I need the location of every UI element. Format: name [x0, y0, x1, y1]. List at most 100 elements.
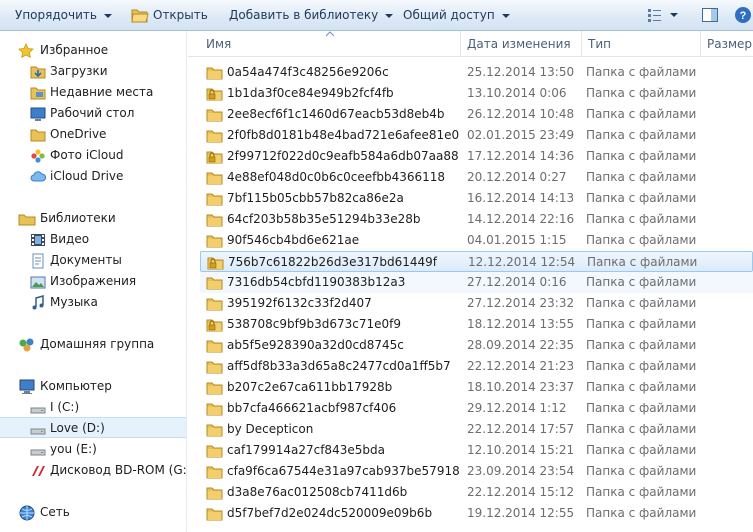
nav-drive-g[interactable]: Дисковод BD-ROM (G:) 20	[0, 460, 186, 481]
file-name: 2f99712f022d0c9eafb584a6db07aa88	[227, 149, 459, 163]
nav-computer[interactable]: Компьютер	[0, 376, 186, 397]
nav-documents[interactable]: Документы	[0, 250, 186, 271]
file-name: 2ee8ecf6f1c1460d67eacb53d8eb4b	[227, 107, 445, 121]
file-name: cfa9f6ca67544e31a97cab937be57918	[227, 464, 460, 478]
column-name[interactable]: Имя	[200, 31, 460, 57]
file-row[interactable]: 2ee8ecf6f1c1460d67eacb53d8eb4b 26.12.2014…	[200, 104, 753, 125]
column-date[interactable]: Дата изменения	[461, 31, 581, 57]
file-row[interactable]: d3a8e76ac012508cb7411d6b 22.12.2014 15:12…	[200, 482, 753, 503]
nav-drive-e[interactable]: you (E:)	[0, 439, 186, 460]
file-date: 22.12.2014 15:12	[467, 485, 575, 499]
nav-icloud-photos-label: Фото iCloud	[50, 148, 124, 162]
file-date: 16.12.2014 14:13	[467, 191, 575, 205]
file-row[interactable]: b207c2e67ca611bb17928b 18.10.2014 23:37 Па…	[200, 377, 753, 398]
file-row[interactable]: 64cf203b58b35e51294b33e28b 14.12.2014 22:…	[200, 209, 753, 230]
file-row[interactable]: 7316db54cbfd1190383b12a3 27.12.2014 0:16 П…	[200, 272, 753, 293]
file-row[interactable]: d5f7bef7d2e024dc520009e09b6b 19.12.2014 1…	[200, 503, 753, 524]
nav-recent-places-label: Недавние места	[50, 85, 154, 99]
file-row[interactable]: caf179914a27cf843e5bda 12.10.2014 15:21 Па…	[200, 440, 753, 461]
file-date: 02.01.2015 23:49	[467, 128, 575, 142]
nav-icloud-photos[interactable]: Фото iCloud	[0, 145, 186, 166]
file-type: Папка с файлами	[586, 212, 697, 226]
nav-libraries[interactable]: Библиотеки	[0, 208, 186, 229]
nav-desktop[interactable]: Рабочий стол	[0, 103, 186, 124]
column-type[interactable]: Тип	[582, 31, 700, 57]
column-size[interactable]: Размер	[701, 31, 753, 57]
svg-text:?: ?	[740, 10, 747, 22]
nav-drive-e-label: you (E:)	[50, 442, 97, 456]
folder-icon	[206, 424, 223, 437]
folder-icon	[30, 129, 46, 142]
share-button[interactable]: Общий доступ	[403, 0, 510, 30]
open-button[interactable]: Открыть	[131, 0, 208, 30]
nav-drive-c[interactable]: I (C:)	[0, 397, 186, 418]
file-row[interactable]: 7bf115b05cbb57b82ca86e2a 16.12.2014 14:13…	[200, 188, 753, 209]
file-type: Папка с файлами	[586, 149, 697, 163]
nav-music[interactable]: Музыка	[0, 292, 186, 313]
column-type-label: Тип	[588, 37, 611, 51]
nav-icloud-drive-label: iCloud Drive	[50, 169, 124, 183]
file-row[interactable]: ab5f5e928390a32d0cd8745c 28.09.2014 22:35…	[200, 335, 753, 356]
nav-video[interactable]: Видео	[0, 229, 186, 250]
file-row[interactable]: 0a54a474f3c48256e9206c 25.12.2014 13:50 Па…	[200, 62, 753, 83]
nav-drive-d-label: Love (D:)	[50, 421, 105, 435]
nav-onedrive[interactable]: OneDrive	[0, 124, 186, 145]
nav-network[interactable]: Сеть	[0, 502, 186, 523]
nav-homegroup[interactable]: Домашняя группа	[0, 334, 186, 355]
file-row[interactable]: cfa9f6ca67544e31a97cab937be57918 23.09.20…	[200, 461, 753, 482]
column-date-label: Дата изменения	[467, 37, 571, 51]
file-date: 28.09.2014 22:35	[467, 338, 575, 352]
file-date: 27.12.2014 0:16	[467, 275, 567, 289]
nav-downloads[interactable]: Загрузки	[0, 61, 186, 82]
file-name: 64cf203b58b35e51294b33e28b	[227, 212, 421, 226]
file-row[interactable]: aff5df8b33a3d65a8c2477cd0a1ff5b7 22.12.20…	[200, 356, 753, 377]
help-icon[interactable]: ?	[734, 6, 752, 24]
file-row[interactable]: 2f99712f022d0c9eafb584a6db07aa88 17.12.20…	[200, 146, 753, 167]
file-row[interactable]: 90f546cb4bd6e621ae 04.01.2015 1:15 Папка с…	[200, 230, 753, 251]
file-name: d3a8e76ac012508cb7411d6b	[227, 485, 408, 499]
file-row[interactable]: 395192f6132c33f2d407 27.12.2014 23:32 Папк…	[200, 293, 753, 314]
file-row[interactable]: 4e88ef048d0c0b6c0ceefbb4366118 20.12.2014…	[200, 167, 753, 188]
add-to-library-button[interactable]: Добавить в библиотеку	[229, 0, 394, 30]
file-type: Папка с файлами	[586, 317, 697, 331]
organize-button[interactable]: Упорядочить	[15, 0, 112, 30]
folder-icon	[206, 403, 223, 416]
cloud-icon	[30, 171, 46, 182]
nav-drive-c-label: I (C:)	[50, 400, 80, 414]
file-date: 23.09.2014 23:54	[467, 464, 575, 478]
file-row[interactable]: by Decepticon 22.12.2014 17:57 Папка с фай…	[200, 419, 753, 440]
folder-open-icon	[131, 9, 149, 23]
file-name: aff5df8b33a3d65a8c2477cd0a1ff5b7	[227, 359, 451, 373]
file-name: 7bf115b05cbb57b82ca86e2a	[227, 191, 404, 205]
nav-drive-d[interactable]: Love (D:)	[0, 417, 186, 438]
preview-pane-icon[interactable]	[701, 6, 719, 24]
file-type: Папка с файлами	[586, 107, 697, 121]
file-type: Папка с файлами	[586, 380, 697, 394]
file-name: bb7cfa466621acbf987cf406	[227, 401, 397, 415]
chevron-down-icon	[501, 14, 510, 18]
chevron-down-icon	[103, 14, 112, 18]
file-row[interactable]: 1b1da3f0ce84e949b2fcf4fb 13.10.2014 0:06 П…	[200, 83, 753, 104]
documents-icon	[32, 253, 44, 269]
locked-folder-icon	[206, 88, 223, 101]
file-row[interactable]: 538708c9bf9b3d673c71e0f9 18.12.2014 13:55…	[200, 314, 753, 335]
file-date: 26.12.2014 10:48	[467, 107, 575, 121]
organize-label: Упорядочить	[15, 8, 97, 22]
video-icon	[31, 234, 45, 246]
file-row[interactable]: bb7cfa466621acbf987cf406 29.12.2014 1:12 П…	[200, 398, 753, 419]
file-date: 14.12.2014 22:16	[467, 212, 575, 226]
icloud-photos-icon	[31, 149, 45, 163]
nav-icloud-drive[interactable]: iCloud Drive	[0, 166, 186, 187]
file-list: Имя Дата изменения Тип Размер 0a54a474f3…	[188, 31, 753, 532]
file-row[interactable]: 756b7c61822b26d3e317bd61449f 12.12.2014 1…	[200, 251, 753, 272]
nav-favorites[interactable]: Избранное	[0, 40, 186, 61]
file-name: caf179914a27cf843e5bda	[227, 443, 385, 457]
nav-recent-places[interactable]: Недавние места	[0, 82, 186, 103]
command-bar: Упорядочить Открыть Добавить в библиотек…	[0, 0, 753, 31]
file-row[interactable]: 2f0fb8d0181b48e4bad721e6afee81e0 02.01.20…	[200, 125, 753, 146]
file-date: 29.12.2014 1:12	[467, 401, 567, 415]
view-options-icon[interactable]	[646, 6, 680, 24]
nav-images[interactable]: Изображения	[0, 271, 186, 292]
locked-folder-icon	[207, 257, 224, 270]
locked-folder-icon	[206, 319, 223, 332]
